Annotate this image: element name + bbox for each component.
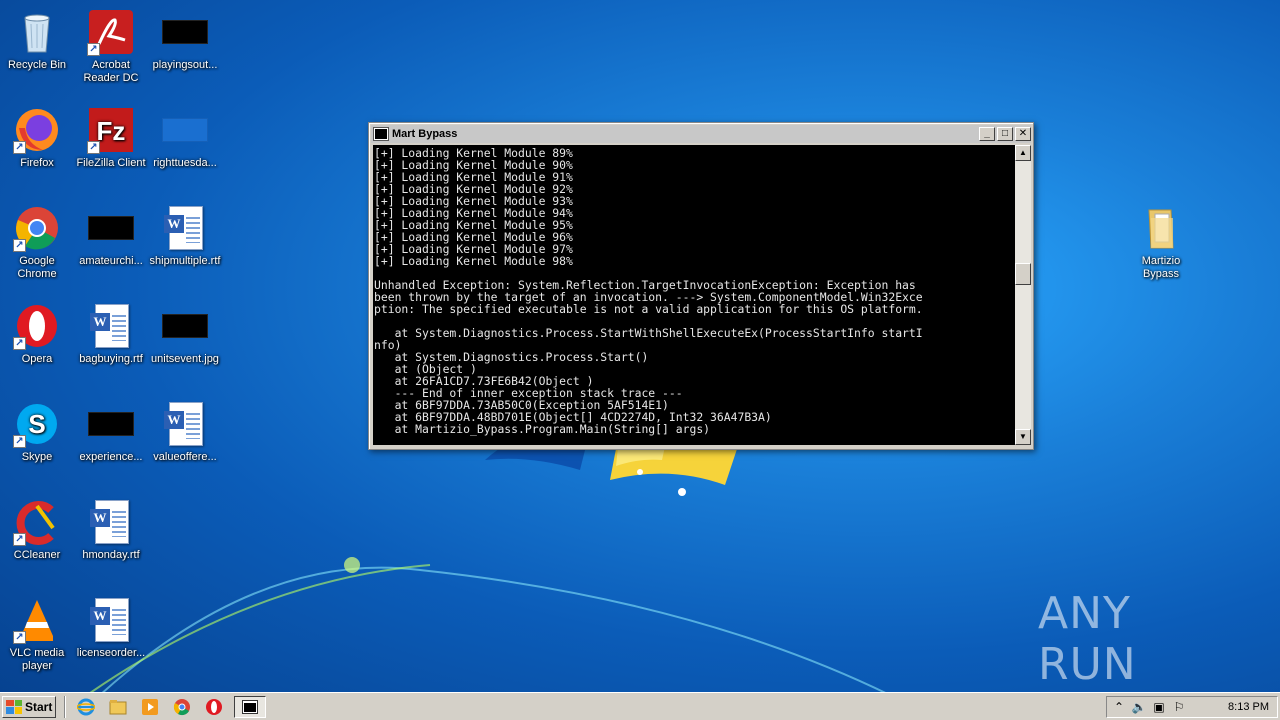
word-document-icon: W <box>87 596 135 644</box>
desktop-icon-filezilla[interactable]: Fz ↗ FileZilla Client <box>74 106 148 170</box>
vertical-scrollbar[interactable]: ▲ ▼ <box>1015 145 1031 445</box>
blue-thumbnail-icon <box>161 106 209 154</box>
word-document-icon: W <box>161 204 209 252</box>
window-title: Mart Bypass <box>392 128 458 140</box>
desktop-icon-martizio-bypass[interactable]: Martizio Bypass <box>1124 204 1198 281</box>
desktop-icon-ccleaner[interactable]: ↗ CCleaner <box>0 498 74 562</box>
firefox-icon: ↗ <box>13 106 61 154</box>
desktop-icon-chrome[interactable]: ↗ Google Chrome <box>0 204 74 281</box>
console-window[interactable]: Mart Bypass _ □ ✕ [+] Loading Kernel Mod… <box>368 122 1034 450</box>
anyrun-watermark: ANY RUN <box>1038 588 1238 690</box>
desktop-icon-firefox[interactable]: ↗ Firefox <box>0 106 74 170</box>
start-label: Start <box>25 699 53 714</box>
filezilla-icon: Fz ↗ <box>87 106 135 154</box>
acrobat-icon: ↗ <box>87 8 135 56</box>
desktop-icon-recycle-bin[interactable]: Recycle Bin <box>0 8 74 72</box>
internet-explorer-icon[interactable] <box>75 696 97 718</box>
maximize-button[interactable]: □ <box>997 127 1013 141</box>
opera-icon: ↗ <box>13 302 61 350</box>
desktop-icon-shipmultiple[interactable]: W shipmultiple.rtf <box>148 204 222 268</box>
skype-icon: S ↗ <box>13 400 61 448</box>
scroll-up-button[interactable]: ▲ <box>1015 145 1031 161</box>
shortcut-arrow-icon: ↗ <box>87 43 100 56</box>
shortcut-arrow-icon: ↗ <box>13 239 26 252</box>
desktop-icon-playingsout[interactable]: playingsout... <box>148 8 222 72</box>
desktop-icon-righttuesda[interactable]: righttuesda... <box>148 106 222 170</box>
taskbar-console-button[interactable] <box>234 695 266 718</box>
ccleaner-icon: ↗ <box>13 498 61 546</box>
desktop-icon-hmonday[interactable]: W hmonday.rtf <box>74 498 148 562</box>
black-thumbnail-icon <box>161 8 209 56</box>
media-player-icon[interactable] <box>139 696 161 718</box>
start-button[interactable]: Start <box>2 695 56 718</box>
minimize-button[interactable]: _ <box>979 127 995 141</box>
desktop-icon-licenseorder[interactable]: W licenseorder... <box>74 596 148 660</box>
network-icon[interactable]: ▣ <box>1151 700 1167 714</box>
black-thumbnail-icon <box>87 204 135 252</box>
console-output[interactable]: [+] Loading Kernel Module 89% [+] Loadin… <box>373 145 1015 445</box>
volume-icon[interactable]: 🔈 <box>1131 700 1147 714</box>
vlc-icon: ↗ <box>13 596 61 644</box>
desktop-icon-amateurchi[interactable]: amateurchi... <box>74 204 148 268</box>
scroll-down-button[interactable]: ▼ <box>1015 429 1031 445</box>
desktop-icon-opera[interactable]: ↗ Opera <box>0 302 74 366</box>
desktop-icon-valueoffere[interactable]: W valueoffere... <box>148 400 222 464</box>
desktop-icon-skype[interactable]: S ↗ Skype <box>0 400 74 464</box>
word-document-icon: W <box>87 302 135 350</box>
taskbar: Start ⌃ 🔈 ▣ ⚐ 8:13 PM <box>0 692 1280 720</box>
black-thumbnail-icon <box>161 302 209 350</box>
desktop-icon-acrobat[interactable]: ↗ Acrobat Reader DC <box>74 8 148 85</box>
watermark-text: ANY RUN <box>1038 588 1137 690</box>
close-button[interactable]: ✕ <box>1015 127 1031 141</box>
action-center-flag-icon[interactable]: ⚐ <box>1171 700 1187 714</box>
shortcut-arrow-icon: ↗ <box>13 533 26 546</box>
shortcut-arrow-icon: ↗ <box>13 435 26 448</box>
chrome-icon: ↗ <box>13 204 61 252</box>
window-titlebar[interactable]: Mart Bypass _ □ ✕ <box>371 125 1031 143</box>
word-document-icon: W <box>87 498 135 546</box>
opera-taskbar-icon[interactable] <box>203 696 225 718</box>
svg-text:S: S <box>28 409 45 439</box>
desktop-icon-bagbuying[interactable]: W bagbuying.rtf <box>74 302 148 366</box>
shortcut-arrow-icon: ↗ <box>13 631 26 644</box>
system-tray: ⌃ 🔈 ▣ ⚐ 8:13 PM <box>1106 696 1278 718</box>
tray-expand-icon[interactable]: ⌃ <box>1111 700 1127 714</box>
chrome-taskbar-icon[interactable] <box>171 696 193 718</box>
desktop-icon-vlc[interactable]: ↗ VLC media player <box>0 596 74 673</box>
recycle-bin-icon <box>13 8 61 56</box>
black-thumbnail-icon <box>87 400 135 448</box>
windows-logo-icon <box>6 699 22 714</box>
shortcut-arrow-icon: ↗ <box>87 141 100 154</box>
svg-text:Fz: Fz <box>97 116 126 146</box>
taskbar-separator <box>64 695 66 718</box>
console-taskbar-icon <box>242 699 258 714</box>
file-explorer-icon[interactable] <box>107 696 129 718</box>
folder-icon <box>1137 204 1185 252</box>
word-document-icon: W <box>161 400 209 448</box>
shortcut-arrow-icon: ↗ <box>13 141 26 154</box>
scroll-thumb[interactable] <box>1015 263 1031 285</box>
desktop-icon-experience[interactable]: experience... <box>74 400 148 464</box>
taskbar-clock[interactable]: 8:13 PM <box>1228 701 1269 713</box>
shortcut-arrow-icon: ↗ <box>13 337 26 350</box>
console-app-icon <box>373 127 389 141</box>
desktop-icon-unitsevent[interactable]: unitsevent.jpg <box>148 302 222 366</box>
